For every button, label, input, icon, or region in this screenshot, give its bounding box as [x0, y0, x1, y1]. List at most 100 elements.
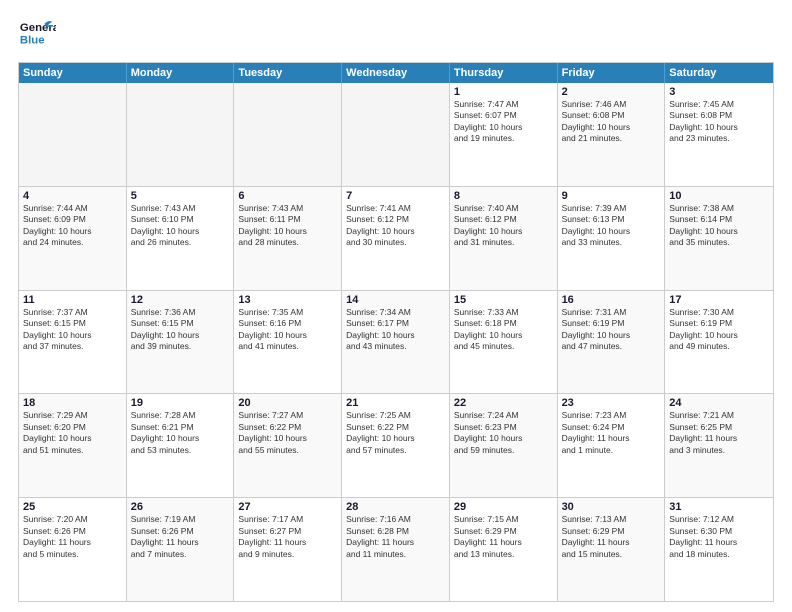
day-number: 19	[131, 397, 230, 409]
calendar-row-1: 4Sunrise: 7:44 AM Sunset: 6:09 PM Daylig…	[19, 186, 773, 290]
empty-cell	[19, 83, 127, 186]
day-cell-20: 20Sunrise: 7:27 AM Sunset: 6:22 PM Dayli…	[234, 394, 342, 497]
day-info: Sunrise: 7:43 AM Sunset: 6:11 PM Dayligh…	[238, 203, 337, 249]
day-info: Sunrise: 7:29 AM Sunset: 6:20 PM Dayligh…	[23, 410, 122, 456]
day-info: Sunrise: 7:47 AM Sunset: 6:07 PM Dayligh…	[454, 99, 553, 145]
day-cell-21: 21Sunrise: 7:25 AM Sunset: 6:22 PM Dayli…	[342, 394, 450, 497]
day-info: Sunrise: 7:28 AM Sunset: 6:21 PM Dayligh…	[131, 410, 230, 456]
day-number: 8	[454, 190, 553, 202]
calendar-row-3: 18Sunrise: 7:29 AM Sunset: 6:20 PM Dayli…	[19, 393, 773, 497]
logo-icon: General Blue	[18, 16, 56, 54]
day-info: Sunrise: 7:13 AM Sunset: 6:29 PM Dayligh…	[562, 514, 661, 560]
weekday-header-friday: Friday	[558, 63, 666, 83]
day-number: 12	[131, 294, 230, 306]
header: General Blue	[18, 16, 774, 54]
day-number: 3	[669, 86, 769, 98]
day-number: 25	[23, 501, 122, 513]
day-info: Sunrise: 7:41 AM Sunset: 6:12 PM Dayligh…	[346, 203, 445, 249]
day-cell-14: 14Sunrise: 7:34 AM Sunset: 6:17 PM Dayli…	[342, 291, 450, 394]
day-cell-22: 22Sunrise: 7:24 AM Sunset: 6:23 PM Dayli…	[450, 394, 558, 497]
day-info: Sunrise: 7:24 AM Sunset: 6:23 PM Dayligh…	[454, 410, 553, 456]
page: General Blue SundayMondayTuesdayWednesda…	[0, 0, 792, 612]
day-number: 17	[669, 294, 769, 306]
day-info: Sunrise: 7:23 AM Sunset: 6:24 PM Dayligh…	[562, 410, 661, 456]
day-info: Sunrise: 7:12 AM Sunset: 6:30 PM Dayligh…	[669, 514, 769, 560]
day-number: 6	[238, 190, 337, 202]
weekday-header-thursday: Thursday	[450, 63, 558, 83]
day-number: 14	[346, 294, 445, 306]
day-info: Sunrise: 7:44 AM Sunset: 6:09 PM Dayligh…	[23, 203, 122, 249]
day-info: Sunrise: 7:39 AM Sunset: 6:13 PM Dayligh…	[562, 203, 661, 249]
day-cell-25: 25Sunrise: 7:20 AM Sunset: 6:26 PM Dayli…	[19, 498, 127, 601]
day-cell-13: 13Sunrise: 7:35 AM Sunset: 6:16 PM Dayli…	[234, 291, 342, 394]
day-cell-3: 3Sunrise: 7:45 AM Sunset: 6:08 PM Daylig…	[665, 83, 773, 186]
day-cell-15: 15Sunrise: 7:33 AM Sunset: 6:18 PM Dayli…	[450, 291, 558, 394]
day-info: Sunrise: 7:45 AM Sunset: 6:08 PM Dayligh…	[669, 99, 769, 145]
day-number: 5	[131, 190, 230, 202]
day-cell-28: 28Sunrise: 7:16 AM Sunset: 6:28 PM Dayli…	[342, 498, 450, 601]
weekday-header-sunday: Sunday	[19, 63, 127, 83]
day-info: Sunrise: 7:19 AM Sunset: 6:26 PM Dayligh…	[131, 514, 230, 560]
day-info: Sunrise: 7:36 AM Sunset: 6:15 PM Dayligh…	[131, 307, 230, 353]
day-cell-30: 30Sunrise: 7:13 AM Sunset: 6:29 PM Dayli…	[558, 498, 666, 601]
day-cell-4: 4Sunrise: 7:44 AM Sunset: 6:09 PM Daylig…	[19, 187, 127, 290]
day-number: 31	[669, 501, 769, 513]
calendar-row-0: 1Sunrise: 7:47 AM Sunset: 6:07 PM Daylig…	[19, 83, 773, 186]
day-info: Sunrise: 7:25 AM Sunset: 6:22 PM Dayligh…	[346, 410, 445, 456]
empty-cell	[127, 83, 235, 186]
day-info: Sunrise: 7:43 AM Sunset: 6:10 PM Dayligh…	[131, 203, 230, 249]
weekday-header-monday: Monday	[127, 63, 235, 83]
day-info: Sunrise: 7:21 AM Sunset: 6:25 PM Dayligh…	[669, 410, 769, 456]
day-number: 26	[131, 501, 230, 513]
day-info: Sunrise: 7:46 AM Sunset: 6:08 PM Dayligh…	[562, 99, 661, 145]
day-cell-31: 31Sunrise: 7:12 AM Sunset: 6:30 PM Dayli…	[665, 498, 773, 601]
svg-text:General: General	[20, 22, 56, 34]
day-cell-23: 23Sunrise: 7:23 AM Sunset: 6:24 PM Dayli…	[558, 394, 666, 497]
day-number: 24	[669, 397, 769, 409]
day-cell-6: 6Sunrise: 7:43 AM Sunset: 6:11 PM Daylig…	[234, 187, 342, 290]
day-cell-16: 16Sunrise: 7:31 AM Sunset: 6:19 PM Dayli…	[558, 291, 666, 394]
day-info: Sunrise: 7:27 AM Sunset: 6:22 PM Dayligh…	[238, 410, 337, 456]
day-cell-29: 29Sunrise: 7:15 AM Sunset: 6:29 PM Dayli…	[450, 498, 558, 601]
day-number: 22	[454, 397, 553, 409]
day-cell-12: 12Sunrise: 7:36 AM Sunset: 6:15 PM Dayli…	[127, 291, 235, 394]
calendar-row-2: 11Sunrise: 7:37 AM Sunset: 6:15 PM Dayli…	[19, 290, 773, 394]
calendar-body: 1Sunrise: 7:47 AM Sunset: 6:07 PM Daylig…	[19, 83, 773, 601]
day-info: Sunrise: 7:31 AM Sunset: 6:19 PM Dayligh…	[562, 307, 661, 353]
day-info: Sunrise: 7:37 AM Sunset: 6:15 PM Dayligh…	[23, 307, 122, 353]
svg-text:Blue: Blue	[20, 35, 45, 47]
day-cell-8: 8Sunrise: 7:40 AM Sunset: 6:12 PM Daylig…	[450, 187, 558, 290]
day-info: Sunrise: 7:16 AM Sunset: 6:28 PM Dayligh…	[346, 514, 445, 560]
day-cell-24: 24Sunrise: 7:21 AM Sunset: 6:25 PM Dayli…	[665, 394, 773, 497]
empty-cell	[234, 83, 342, 186]
day-number: 10	[669, 190, 769, 202]
day-cell-11: 11Sunrise: 7:37 AM Sunset: 6:15 PM Dayli…	[19, 291, 127, 394]
calendar: SundayMondayTuesdayWednesdayThursdayFrid…	[18, 62, 774, 602]
weekday-header-saturday: Saturday	[665, 63, 773, 83]
day-cell-26: 26Sunrise: 7:19 AM Sunset: 6:26 PM Dayli…	[127, 498, 235, 601]
day-cell-19: 19Sunrise: 7:28 AM Sunset: 6:21 PM Dayli…	[127, 394, 235, 497]
day-cell-17: 17Sunrise: 7:30 AM Sunset: 6:19 PM Dayli…	[665, 291, 773, 394]
day-number: 21	[346, 397, 445, 409]
day-info: Sunrise: 7:35 AM Sunset: 6:16 PM Dayligh…	[238, 307, 337, 353]
day-info: Sunrise: 7:20 AM Sunset: 6:26 PM Dayligh…	[23, 514, 122, 560]
empty-cell	[342, 83, 450, 186]
day-number: 30	[562, 501, 661, 513]
day-number: 29	[454, 501, 553, 513]
calendar-row-4: 25Sunrise: 7:20 AM Sunset: 6:26 PM Dayli…	[19, 497, 773, 601]
day-info: Sunrise: 7:34 AM Sunset: 6:17 PM Dayligh…	[346, 307, 445, 353]
day-number: 2	[562, 86, 661, 98]
day-number: 13	[238, 294, 337, 306]
day-number: 20	[238, 397, 337, 409]
day-cell-27: 27Sunrise: 7:17 AM Sunset: 6:27 PM Dayli…	[234, 498, 342, 601]
calendar-header: SundayMondayTuesdayWednesdayThursdayFrid…	[19, 63, 773, 83]
day-info: Sunrise: 7:30 AM Sunset: 6:19 PM Dayligh…	[669, 307, 769, 353]
day-cell-9: 9Sunrise: 7:39 AM Sunset: 6:13 PM Daylig…	[558, 187, 666, 290]
day-cell-2: 2Sunrise: 7:46 AM Sunset: 6:08 PM Daylig…	[558, 83, 666, 186]
day-cell-18: 18Sunrise: 7:29 AM Sunset: 6:20 PM Dayli…	[19, 394, 127, 497]
weekday-header-tuesday: Tuesday	[234, 63, 342, 83]
day-number: 23	[562, 397, 661, 409]
logo: General Blue	[18, 16, 56, 54]
day-number: 11	[23, 294, 122, 306]
day-number: 27	[238, 501, 337, 513]
